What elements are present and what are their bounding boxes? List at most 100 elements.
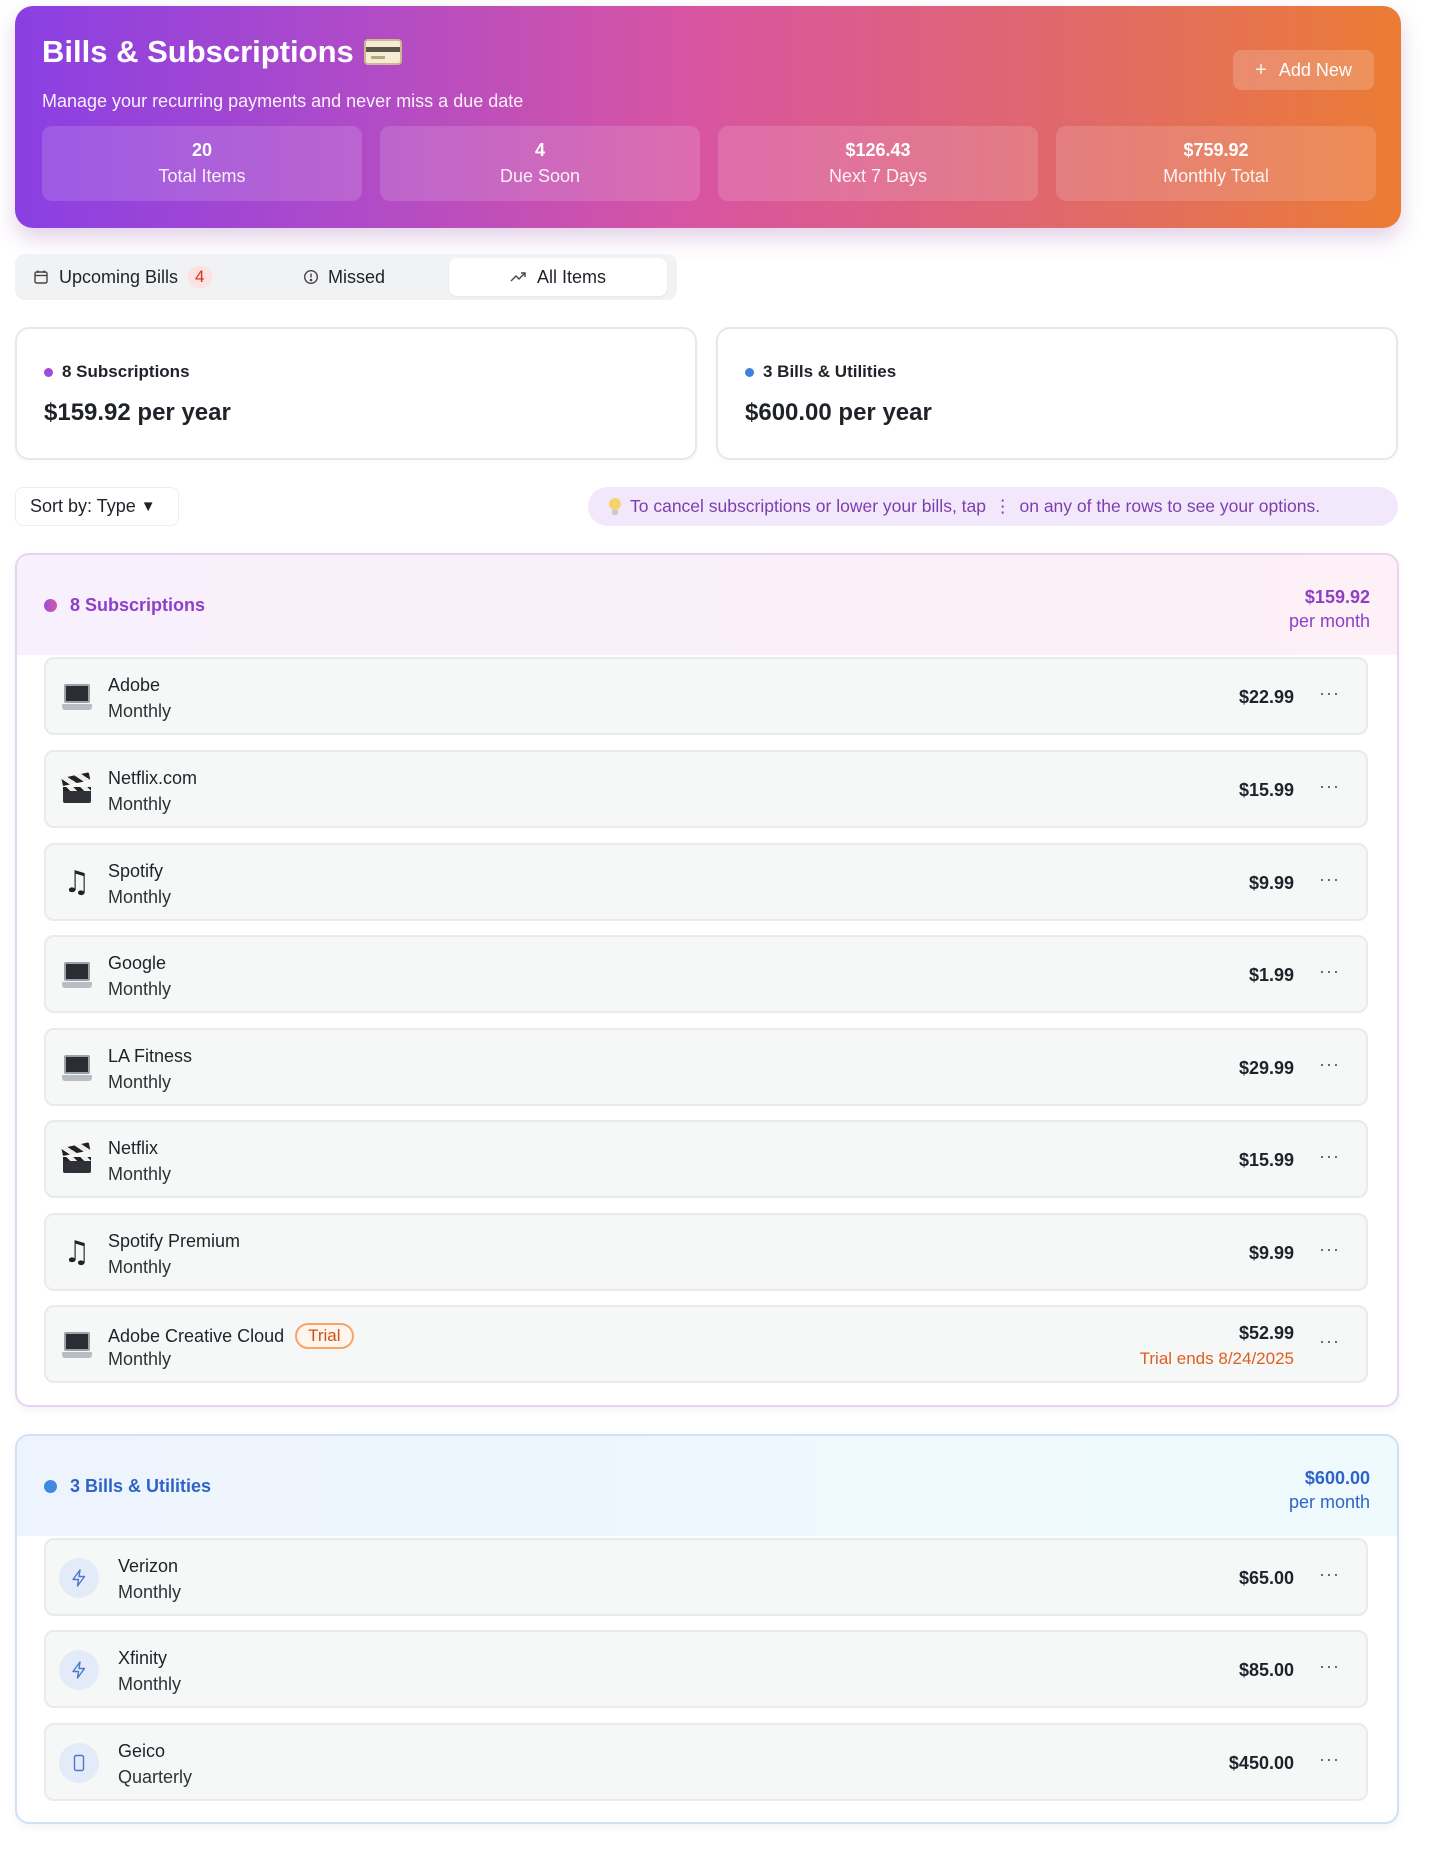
- subscription-row[interactable]: LA Fitness Monthly $29.99 ···: [44, 1028, 1368, 1106]
- stat-value: $126.43: [845, 140, 911, 160]
- more-options-icon[interactable]: ···: [1319, 1749, 1340, 1770]
- subscription-row[interactable]: Adobe Monthly $22.99 ···: [44, 657, 1368, 735]
- item-frequency: Monthly: [108, 701, 172, 721]
- subscriptions-dot: [44, 367, 53, 377]
- more-options-icon[interactable]: ···: [1319, 1656, 1340, 1677]
- plus-icon: +: [1255, 59, 1267, 81]
- tip-text-end: on any of the rows to see your options.: [1019, 496, 1321, 516]
- item-name: Spotify: [108, 861, 163, 882]
- caret-down-icon: ▼: [140, 498, 156, 515]
- item-price: $52.99: [1238, 1323, 1294, 1343]
- sort-dropdown[interactable]: Sort by: Type ▼: [15, 487, 179, 526]
- stat-value: 20: [191, 140, 213, 160]
- item-name-text: Xfinity: [118, 1648, 168, 1668]
- item-name: Google: [108, 953, 166, 974]
- summary-card-subscriptions: 8 Subscriptions $159.92 per year: [15, 327, 697, 460]
- tab-label: Missed: [327, 266, 385, 287]
- bill-row[interactable]: Geico Quarterly $450.00 ···: [44, 1723, 1368, 1801]
- item-name: LA Fitness: [108, 1046, 192, 1067]
- section-header: 3 Bills & Utilities $600.00 per month: [17, 1436, 1397, 1536]
- section-title: 3 Bills & Utilities: [44, 1476, 211, 1497]
- item-price: $9.99: [1248, 1243, 1294, 1263]
- more-options-icon[interactable]: ···: [1319, 683, 1340, 704]
- section-total: $600.00 per month: [1289, 1468, 1370, 1513]
- stat-total-items: 20 Total Items: [42, 126, 362, 201]
- item-price: $450.00: [1228, 1753, 1294, 1773]
- item-name-text: Verizon: [118, 1556, 179, 1576]
- item-name-text: Google: [108, 953, 167, 973]
- alert-circle-icon: [303, 269, 318, 285]
- item-name: Adobe: [108, 675, 160, 696]
- summary-amount: $600.00 per year: [745, 399, 932, 426]
- stat-next-7-days: $126.43 Next 7 Days: [718, 126, 1038, 201]
- section-dot: [44, 1480, 57, 1493]
- item-name-text: Adobe Creative Cloud: [108, 1325, 285, 1346]
- item-name: Adobe Creative Cloud Trial: [108, 1323, 354, 1349]
- more-options-icon[interactable]: ···: [1319, 1054, 1340, 1075]
- lightbulb-icon: [608, 497, 622, 516]
- summary-label: 3 Bills & Utilities: [763, 362, 897, 381]
- item-name-text: Netflix: [108, 1138, 159, 1158]
- item-name: Verizon: [118, 1556, 178, 1577]
- stat-value: 4: [534, 140, 545, 160]
- item-frequency: Monthly: [118, 1582, 182, 1602]
- subscription-row[interactable]: Google Monthly $1.99 ···: [44, 935, 1368, 1013]
- upcoming-count-badge: 4: [188, 266, 212, 288]
- stat-label: Due Soon: [499, 166, 581, 186]
- section-total-period: per month: [1288, 611, 1370, 631]
- item-name-text: Spotify: [108, 861, 164, 881]
- item-price: $22.99: [1238, 687, 1294, 707]
- summary-label-row: 3 Bills & Utilities: [745, 362, 896, 382]
- subscription-row[interactable]: ♫ Spotify Premium Monthly $9.99 ···: [44, 1213, 1368, 1291]
- tab-all-items[interactable]: All Items: [449, 258, 667, 296]
- trial-end-note: Trial ends 8/24/2025: [1139, 1349, 1294, 1368]
- bill-row[interactable]: Verizon Monthly $65.00 ···: [44, 1538, 1368, 1616]
- item-name-text: Netflix.com: [108, 768, 198, 788]
- bill-row[interactable]: Xfinity Monthly $85.00 ···: [44, 1630, 1368, 1708]
- more-options-icon[interactable]: ···: [1319, 1331, 1340, 1352]
- music-note-icon: ♫: [63, 865, 91, 900]
- more-options-icon[interactable]: ···: [1319, 869, 1340, 890]
- section-header: 8 Subscriptions $159.92 per month: [17, 555, 1397, 655]
- laptop-icon: [60, 1051, 94, 1085]
- clapper-icon: [60, 772, 94, 807]
- more-options-icon[interactable]: ···: [1319, 961, 1340, 982]
- subscriptions-section: 8 Subscriptions $159.92 per month Adobe …: [15, 553, 1399, 1407]
- summary-card-bills: 3 Bills & Utilities $600.00 per year: [716, 327, 1398, 460]
- item-price: $1.99: [1248, 965, 1294, 985]
- trial-badge: Trial: [295, 1323, 354, 1349]
- item-frequency: Monthly: [108, 1257, 172, 1277]
- calendar-icon: [34, 270, 48, 284]
- item-price: $85.00: [1238, 1660, 1294, 1680]
- tab-missed[interactable]: Missed: [239, 258, 449, 296]
- more-options-icon[interactable]: ···: [1319, 1146, 1340, 1167]
- stat-due-soon: 4 Due Soon: [380, 126, 700, 201]
- tab-upcoming-bills[interactable]: Upcoming Bills 4: [19, 258, 239, 296]
- subscription-row[interactable]: Netflix.com Monthly $15.99 ···: [44, 750, 1368, 828]
- page-title-text: Bills & Subscriptions: [42, 34, 354, 69]
- tip-banner: To cancel subscriptions or lower your bi…: [588, 487, 1398, 526]
- more-options-icon[interactable]: ···: [1319, 776, 1340, 797]
- page-title: Bills & Subscriptions: [42, 34, 402, 70]
- item-price: $15.99: [1238, 1150, 1294, 1170]
- more-options-icon[interactable]: ···: [1319, 1564, 1340, 1585]
- subscription-row[interactable]: ♫ Spotify Monthly $9.99 ···: [44, 843, 1368, 921]
- add-new-button[interactable]: + Add New: [1233, 50, 1374, 90]
- stat-label: Monthly Total: [1163, 166, 1269, 186]
- item-frequency: Monthly: [118, 1674, 182, 1694]
- bills-dot: [745, 367, 754, 377]
- stat-label: Total Items: [158, 166, 246, 186]
- section-title-text: 8 Subscriptions: [70, 595, 206, 615]
- subscription-row[interactable]: Netflix Monthly $15.99 ···: [44, 1120, 1368, 1198]
- more-options-icon[interactable]: ···: [1319, 1239, 1340, 1260]
- section-title: 8 Subscriptions: [44, 595, 205, 616]
- summary-label: 8 Subscriptions: [62, 362, 190, 381]
- credit-card-icon: [363, 39, 402, 65]
- section-total-amount: $159.92: [1304, 587, 1370, 607]
- item-name-text: Adobe: [108, 675, 161, 695]
- item-frequency: Monthly: [108, 1349, 172, 1369]
- laptop-icon: [60, 680, 94, 714]
- section-total-amount: $600.00: [1304, 1468, 1370, 1488]
- subscription-row[interactable]: Adobe Creative Cloud Trial Monthly $52.9…: [44, 1305, 1368, 1383]
- item-price: $65.00: [1238, 1568, 1294, 1588]
